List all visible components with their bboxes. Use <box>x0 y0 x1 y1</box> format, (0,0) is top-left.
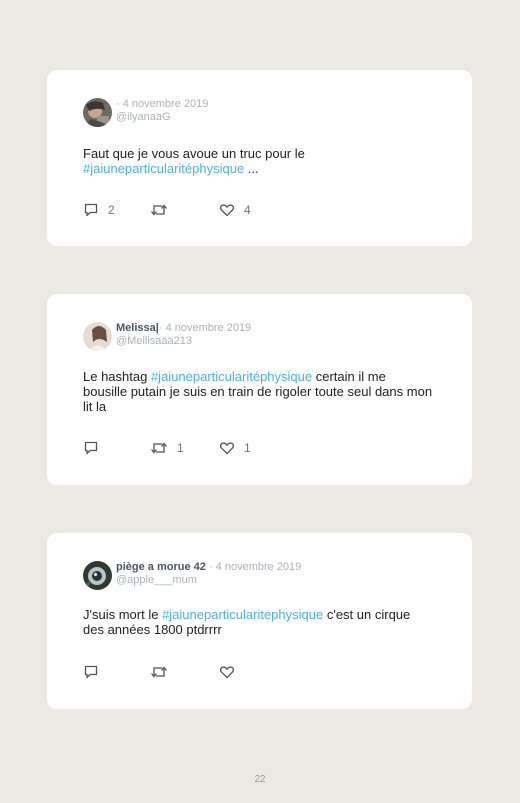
heart-icon <box>219 666 235 679</box>
avatar[interactable] <box>83 322 112 351</box>
tweet-text: J'suis mort le #jaiuneparticularitephysi… <box>83 607 433 637</box>
comment-icon <box>84 665 98 679</box>
like-button[interactable]: 4 <box>219 200 251 220</box>
heart-icon <box>219 204 235 217</box>
retweet-button[interactable] <box>150 200 177 220</box>
hashtag-link[interactable]: #jaiuneparticularitéphysique <box>151 369 312 384</box>
heart-icon <box>219 442 235 455</box>
comment-icon <box>84 441 98 455</box>
avatar[interactable] <box>83 98 112 127</box>
retweet-icon <box>151 666 167 678</box>
tweet-date[interactable]: 4 novembre 2019 <box>166 322 252 334</box>
meta-separator: · <box>116 98 120 110</box>
tweet-text: Le hashtag #jaiuneparticularitéphysique … <box>83 369 433 414</box>
avatar[interactable] <box>83 561 112 590</box>
retweet-button[interactable]: 1 <box>150 438 184 458</box>
tweet-card: · 4 novembre 2019 @ilyanaaG Faut que je … <box>47 70 472 246</box>
tweet-text-start: Faut que je vous avoue un truc pour le <box>83 146 305 161</box>
tweet-text-end: ... <box>244 161 259 176</box>
meta-separator: · <box>208 561 213 573</box>
hashtag-link[interactable]: #jaiuneparticularitephysique <box>162 607 323 622</box>
user-handle[interactable]: @Mellisaaa213 <box>116 335 251 348</box>
user-name[interactable]: piège a morue 42 <box>116 561 206 573</box>
tweet-date[interactable]: 4 novembre 2019 <box>123 98 209 110</box>
tweet-card: Melissa|· 4 novembre 2019 @Mellisaaa213 … <box>47 294 472 485</box>
tweet-meta: Melissa|· 4 novembre 2019 @Mellisaaa213 <box>116 322 251 348</box>
retweet-icon <box>151 442 167 454</box>
tweet-actions: 1 1 <box>83 438 283 458</box>
comment-icon <box>84 203 98 217</box>
tweet-card: piège a morue 42 · 4 novembre 2019 @appl… <box>47 533 472 709</box>
like-count: 1 <box>244 441 251 455</box>
hashtag-link[interactable]: #jaiuneparticularitéphysique <box>83 161 244 176</box>
tweet-text-start: Le hashtag <box>83 369 151 384</box>
reply-button[interactable] <box>83 438 108 458</box>
like-button[interactable] <box>219 662 244 682</box>
meta-separator: · <box>158 322 163 334</box>
tweet-date[interactable]: 4 novembre 2019 <box>216 561 302 573</box>
tweet-text-start: J'suis mort le <box>83 607 163 622</box>
tweet-actions: 2 4 <box>83 200 283 220</box>
tweet-actions <box>83 662 283 682</box>
retweet-count: 1 <box>177 441 184 455</box>
reply-count: 2 <box>108 203 115 217</box>
like-button[interactable]: 1 <box>219 438 251 458</box>
retweet-button[interactable] <box>150 662 177 682</box>
user-handle[interactable]: @ilyanaaG <box>116 111 208 124</box>
tweet-meta: · 4 novembre 2019 @ilyanaaG <box>116 98 208 124</box>
user-handle[interactable]: @apple___mum <box>116 574 301 587</box>
like-count: 4 <box>244 203 251 217</box>
reply-button[interactable]: 2 <box>83 200 115 220</box>
tweet-meta: piège a morue 42 · 4 novembre 2019 @appl… <box>116 561 301 587</box>
page-number: 22 <box>254 774 266 785</box>
tweet-text: Faut que je vous avoue un truc pour le #… <box>83 146 433 176</box>
retweet-icon <box>151 204 167 216</box>
user-name[interactable]: Melissa| <box>116 322 159 334</box>
reply-button[interactable] <box>83 662 108 682</box>
